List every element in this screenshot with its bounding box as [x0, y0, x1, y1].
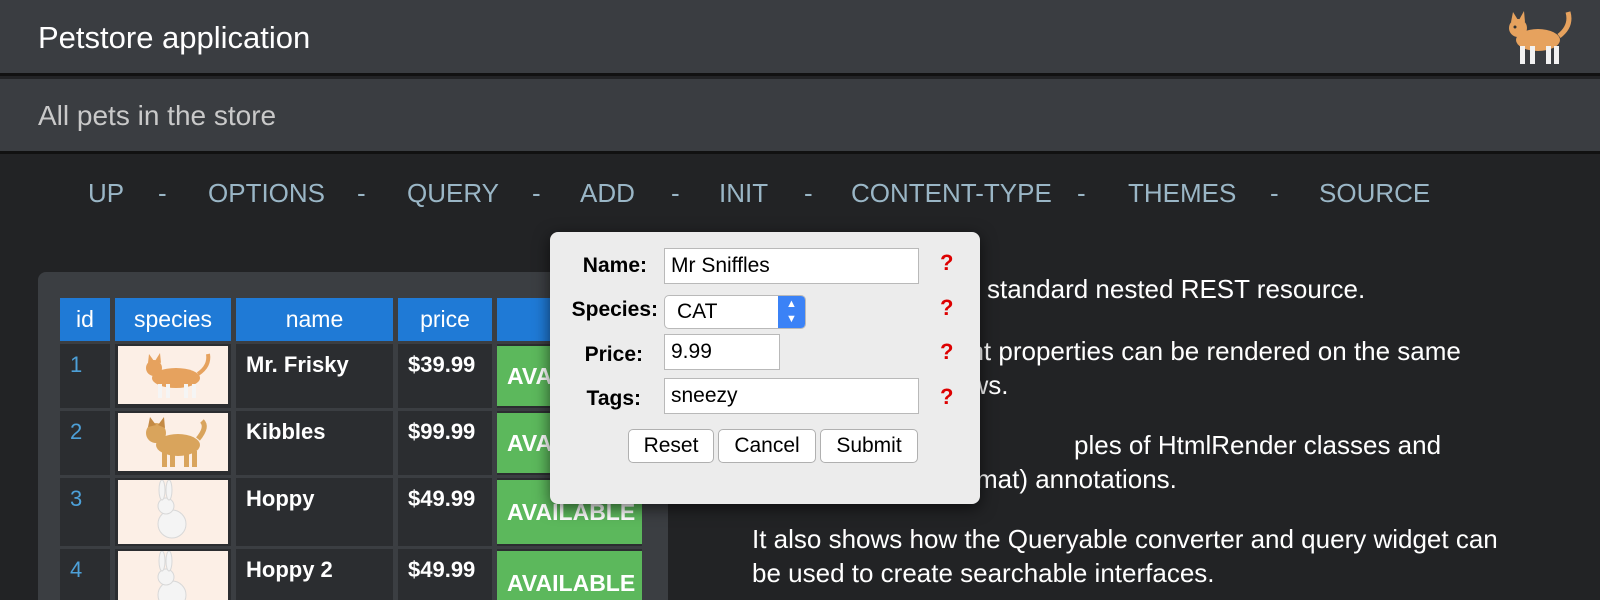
- nav-separator: -: [671, 178, 680, 208]
- pet-name: Hoppy 2: [236, 549, 393, 600]
- nav-separator: -: [804, 178, 813, 208]
- nav-source[interactable]: SOURCE: [1319, 178, 1430, 209]
- dog-icon: [146, 417, 207, 467]
- rabbit-icon: [157, 479, 187, 539]
- pet-id-link[interactable]: 1: [60, 344, 110, 408]
- page-subtitle: All pets in the store: [38, 100, 277, 131]
- cancel-button[interactable]: Cancel: [718, 429, 816, 463]
- nav-separator: -: [357, 178, 366, 208]
- pet-price: $49.99: [398, 478, 492, 546]
- species-selected-value: CAT: [677, 300, 718, 323]
- pet-name: Mr. Frisky: [236, 344, 393, 408]
- tags-field[interactable]: [664, 378, 919, 414]
- name-help-icon[interactable]: ?: [940, 250, 953, 276]
- nav-query[interactable]: QUERY: [407, 178, 499, 209]
- nav-separator: -: [1270, 178, 1279, 208]
- nav-themes[interactable]: THEMES: [1128, 178, 1236, 209]
- pet-name: Kibbles: [236, 411, 393, 475]
- nav-options[interactable]: OPTIONS: [208, 178, 325, 209]
- column-header-name[interactable]: name: [236, 298, 393, 341]
- description-paragraph: mat) annotations.: [976, 464, 1177, 494]
- description-paragraph: be used to create searchable interfaces.: [752, 558, 1215, 588]
- pet-price: $39.99: [398, 344, 492, 408]
- description-paragraph: It also shows how the Queryable converte…: [752, 524, 1498, 554]
- table-row: 4 Hoppy 2 $49.99 AVAILABLE: [60, 549, 642, 600]
- pet-price: $99.99: [398, 411, 492, 475]
- tags-label: Tags:: [586, 387, 641, 410]
- pet-name: Hoppy: [236, 478, 393, 546]
- cat-icon: [1509, 11, 1572, 64]
- nav-init[interactable]: INIT: [719, 178, 768, 209]
- price-help-icon[interactable]: ?: [940, 339, 953, 365]
- column-header-species[interactable]: species: [115, 298, 231, 341]
- nav-content-type[interactable]: CONTENT-TYPE: [851, 178, 1052, 209]
- pet-id-link[interactable]: 2: [60, 411, 110, 475]
- description-paragraph: ples of HtmlRender classes and: [1074, 430, 1442, 460]
- nav-add[interactable]: ADD: [580, 178, 635, 209]
- pet-id-link[interactable]: 3: [60, 478, 110, 546]
- species-thumbnail: [118, 413, 228, 471]
- price-field[interactable]: [664, 334, 780, 370]
- nav-separator: -: [1077, 178, 1086, 208]
- description-paragraph: ent properties can be rendered on the sa…: [955, 336, 1461, 366]
- species-help-icon[interactable]: ?: [940, 295, 953, 321]
- pet-price: $49.99: [398, 549, 492, 600]
- column-header-id[interactable]: id: [60, 298, 110, 341]
- species-thumbnail: [118, 479, 228, 544]
- app-title: Petstore application: [38, 20, 311, 55]
- species-label: Species:: [571, 298, 658, 321]
- rabbit-icon: [157, 550, 187, 600]
- price-label: Price:: [584, 343, 643, 366]
- page-subheader: All pets in the store: [0, 79, 1600, 154]
- status-button[interactable]: AVAILABLE: [497, 551, 642, 600]
- select-arrows-icon: ▲ ▼: [778, 296, 805, 328]
- cat-icon: [146, 353, 211, 398]
- species-thumbnail: [118, 550, 228, 600]
- column-header-price[interactable]: price: [398, 298, 492, 341]
- app-header: Petstore application: [0, 0, 1600, 76]
- add-pet-dialog: Name: ? Species: CAT ▲▼ ? Price: ? Tags:…: [550, 232, 980, 504]
- reset-button[interactable]: Reset: [628, 429, 714, 463]
- species-select[interactable]: CAT ▲ ▼: [664, 295, 806, 329]
- description-paragraph: standard nested REST resource.: [987, 274, 1366, 304]
- main-nav: UP - OPTIONS - QUERY - ADD - INIT - CONT…: [0, 178, 1600, 218]
- nav-separator: -: [532, 178, 541, 208]
- submit-button[interactable]: Submit: [820, 429, 918, 463]
- species-thumbnail: [118, 346, 228, 404]
- nav-up[interactable]: UP: [88, 178, 124, 209]
- nav-separator: -: [158, 178, 167, 208]
- pet-id-link[interactable]: 4: [60, 549, 110, 600]
- name-field[interactable]: [664, 248, 919, 284]
- name-label: Name:: [582, 254, 647, 277]
- tags-help-icon[interactable]: ?: [940, 384, 953, 410]
